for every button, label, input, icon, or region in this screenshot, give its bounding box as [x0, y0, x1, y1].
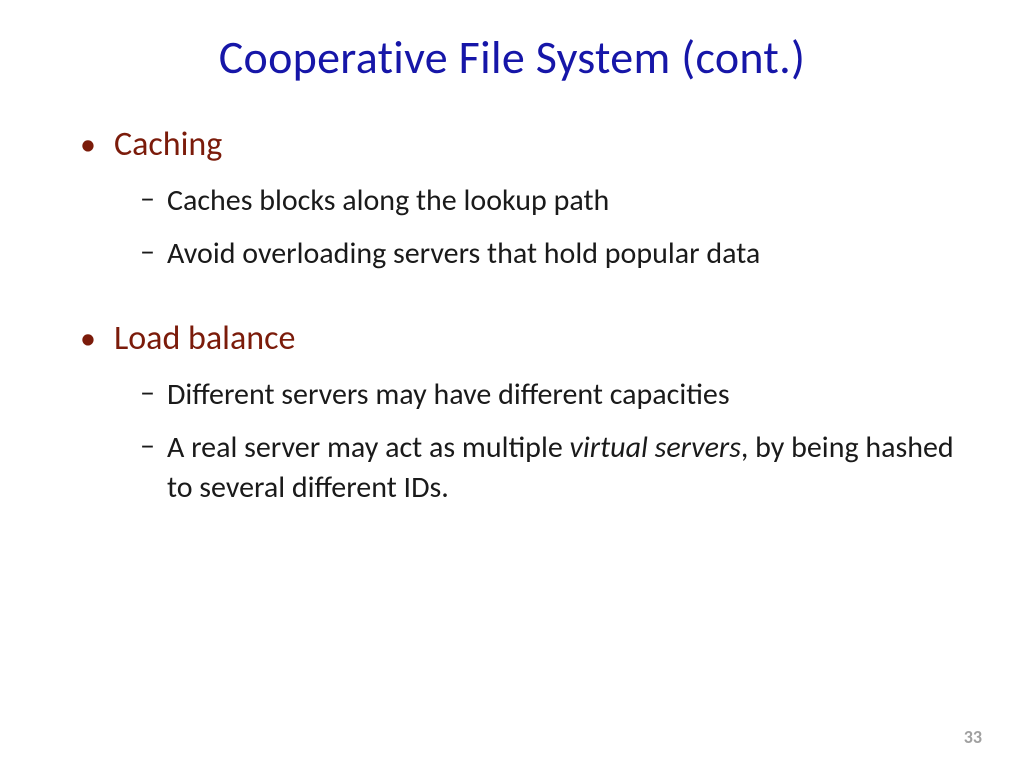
dash-icon: –	[140, 375, 155, 411]
list-item: – Avoid overloading servers that hold po…	[140, 234, 964, 275]
slide-content: • Caching – Caches blocks along the look…	[60, 124, 964, 509]
dash-icon: –	[140, 181, 155, 217]
sub-text: Avoid overloading servers that hold popu…	[167, 234, 760, 275]
sub-text: Caches blocks along the lookup path	[167, 181, 609, 222]
topic-caching: • Caching – Caches blocks along the look…	[80, 124, 964, 274]
bullet-icon: •	[80, 323, 96, 355]
dash-icon: –	[140, 428, 155, 464]
sub-list: – Different servers may have different c…	[80, 375, 964, 509]
list-item: – A real server may act as multiple virt…	[140, 428, 964, 509]
topic-header: • Load balance	[80, 318, 964, 359]
sub-text: Different servers may have different cap…	[167, 375, 730, 416]
slide-title: Cooperative File System (cont.)	[60, 30, 964, 86]
list-item: – Different servers may have different c…	[140, 375, 964, 416]
sub-list: – Caches blocks along the lookup path – …	[80, 181, 964, 274]
list-item: – Caches blocks along the lookup path	[140, 181, 964, 222]
sub-text: A real server may act as multiple virtua…	[167, 428, 964, 509]
page-number: 33	[964, 726, 982, 748]
topic-header: • Caching	[80, 124, 964, 165]
slide: Cooperative File System (cont.) • Cachin…	[0, 0, 1024, 768]
topic-title: Load balance	[114, 318, 295, 359]
bullet-icon: •	[80, 129, 96, 161]
dash-icon: –	[140, 234, 155, 270]
topic-title: Caching	[114, 124, 222, 165]
topic-load-balance: • Load balance – Different servers may h…	[80, 318, 964, 509]
